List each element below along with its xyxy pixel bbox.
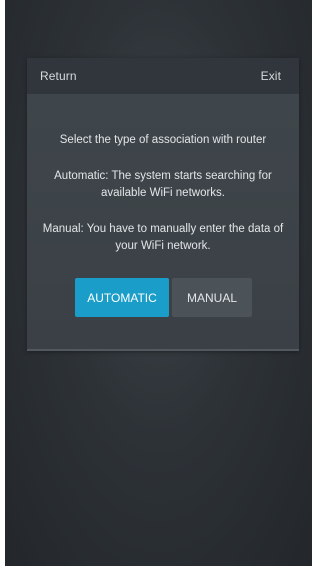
automatic-description: Automatic: The system starts searching f…	[54, 170, 272, 199]
dialog-header: Return Exit	[27, 58, 299, 94]
exit-button[interactable]: Exit	[261, 69, 281, 83]
association-dialog: Return Exit Select the type of associati…	[27, 58, 299, 351]
automatic-button[interactable]: AUTOMATIC	[75, 278, 169, 317]
manual-button[interactable]: MANUAL	[172, 278, 252, 317]
dialog-bottom-divider	[27, 349, 299, 351]
instruction-title: Select the type of association with rout…	[59, 134, 267, 146]
app-screen: Return Exit Select the type of associati…	[5, 0, 312, 566]
manual-description: Manual: You have to manually enter the d…	[42, 223, 284, 252]
return-button[interactable]: Return	[40, 69, 77, 83]
